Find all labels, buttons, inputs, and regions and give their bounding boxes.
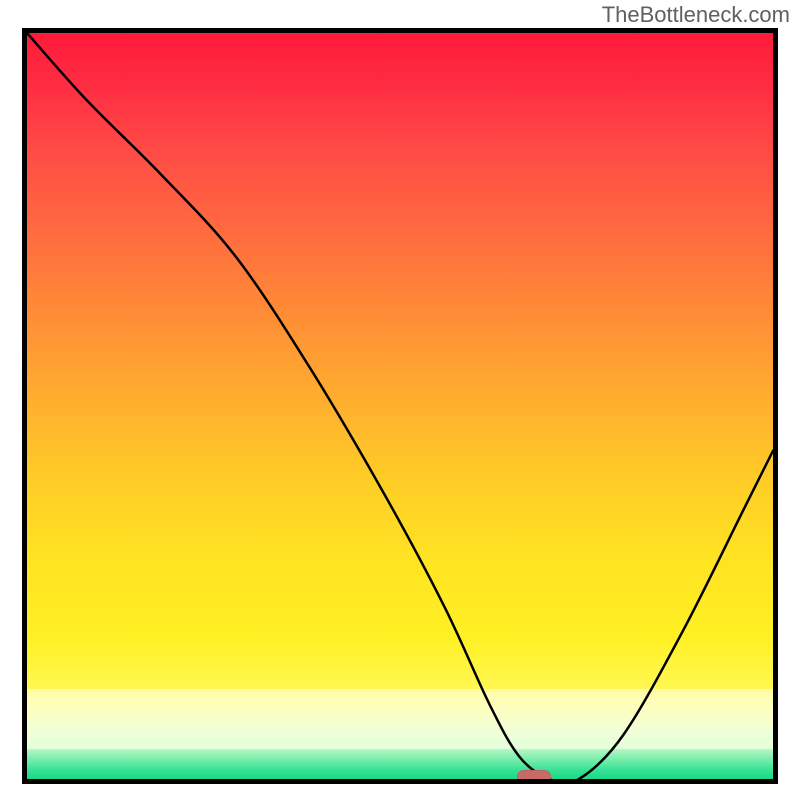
page-container: TheBottleneck.com [0, 0, 800, 800]
bottleneck-marker [517, 770, 551, 783]
watermark-text: TheBottleneck.com [602, 2, 790, 28]
chart-curve [27, 33, 773, 779]
plot-frame [22, 28, 778, 784]
